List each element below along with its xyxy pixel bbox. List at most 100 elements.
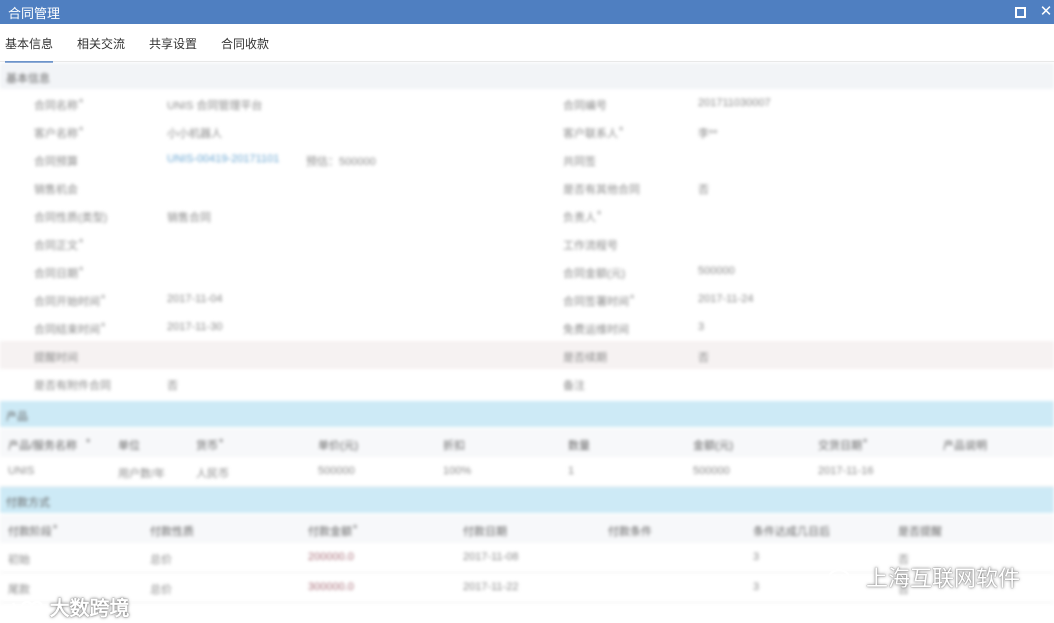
field-label: 合同日期 — [34, 268, 78, 280]
column-header: 付款性质 — [150, 526, 194, 538]
tab-related-communication[interactable]: 相关交流 — [77, 35, 125, 52]
watermark-right-text: 上海互联网软件 — [865, 566, 1020, 591]
form-row: 销售机会 是否有其他合同 否 — [0, 173, 1054, 201]
table-cell: 2017-11-16 — [818, 465, 874, 477]
tab-contract-receipts[interactable]: 合同收款 — [221, 35, 269, 52]
column-header: 单价(元) — [318, 440, 359, 452]
required-mark: * — [79, 237, 84, 249]
watermark-left-text: 大数跨境 — [49, 598, 130, 620]
field-label: 免费运维时间 — [563, 324, 629, 336]
table-cell: 3 — [753, 581, 760, 593]
watermark-left: 大数跨境 — [10, 592, 130, 621]
field-value: 3 — [698, 321, 705, 333]
table-cell: 初始 — [8, 554, 30, 566]
field-label: 合同签署时间 — [563, 296, 629, 308]
field-label: 客户名称 — [34, 128, 78, 140]
field-label: 工作流程号 — [563, 240, 618, 252]
field-label: 合同开始时间 — [34, 296, 100, 308]
column-header: 金额(元) — [693, 440, 734, 452]
column-header: 单位 — [118, 440, 140, 452]
window-titlebar: 合同管理 ✕ — [0, 0, 1054, 24]
watermark-right: 上海互联网软件 — [826, 561, 1020, 593]
column-header: 付款金额 — [308, 526, 352, 538]
field-label: 是否续期 — [563, 352, 607, 364]
table-cell: 3 — [753, 551, 760, 563]
table-cell: 总价 — [150, 554, 172, 566]
required-mark: * — [53, 523, 58, 535]
section-basic-info: 基本信息 — [0, 63, 1054, 89]
field-value: 小小机器人 — [167, 128, 222, 140]
required-mark: * — [219, 437, 224, 449]
table-cell: 用户数/年 — [118, 468, 166, 480]
table-cell: UNIS — [8, 465, 35, 477]
table-cell: 1 — [568, 465, 575, 477]
field-label: 是否有附件合同 — [34, 380, 111, 392]
field-label: 合同结束时间 — [34, 324, 100, 336]
tab-basic-info[interactable]: 基本信息 — [5, 35, 54, 63]
close-icon[interactable]: ✕ — [1038, 4, 1054, 20]
table-cell: 2017-11-22 — [463, 581, 519, 593]
content-area: 基本信息 合同名称 * UNIS 合同管理平台 合同编号 201711030007 客户名… — [0, 63, 1054, 623]
tab-share-settings[interactable]: 共享设置 — [149, 35, 197, 52]
field-value: UNIS 合同管理平台 — [167, 100, 263, 112]
required-mark: * — [353, 523, 358, 535]
tab-bar: 基本信息 相关交流 共享设置 合同收款 — [0, 24, 1054, 63]
section-title: 付款方式 — [6, 497, 50, 509]
form-row: 合同正文 * 工作流程号 — [0, 229, 1054, 257]
form-row: 提醒时间 是否续期 否 — [0, 341, 1054, 369]
field-value[interactable]: UNIS-00419-20171101 — [167, 153, 279, 165]
form-row: 客户名称 * 小小机器人 客户联系人 * 李** — [0, 117, 1054, 145]
form-row: 合同预算 UNIS-00419-20171101 预估：500000 共同签 — [0, 145, 1054, 173]
field-label: 提醒时间 — [34, 352, 78, 364]
required-mark: * — [79, 97, 84, 109]
field-value: 否 — [698, 352, 709, 364]
required-mark: * — [86, 437, 91, 449]
form-row: 合同性质(类型) 销售合同 负责人 * — [0, 201, 1054, 229]
field-label: 共同签 — [563, 156, 596, 168]
table-cell: 200000.0 — [308, 551, 354, 563]
maximize-icon[interactable] — [1012, 4, 1028, 20]
required-mark: * — [597, 209, 602, 221]
column-header: 产品/服务名称 — [8, 440, 78, 452]
field-label: 合同性质(类型) — [34, 212, 108, 224]
column-header: 产品说明 — [943, 440, 987, 452]
field-value: 销售合同 — [167, 212, 211, 224]
required-mark: * — [101, 293, 106, 305]
table-cell: 2017-11-08 — [463, 551, 519, 563]
field-value: 2017-11-04 — [167, 293, 223, 305]
required-mark: * — [79, 265, 84, 277]
required-mark: * — [619, 125, 624, 137]
column-header: 货币 — [196, 440, 218, 452]
products-table-header: 产品/服务名称 * 单位 货币 * 单价(元) 折扣 数量 金额(元) 交货日期 * 产品说明 — [0, 429, 1054, 457]
table-cell: 100% — [443, 465, 472, 477]
field-label: 合同正文 — [34, 240, 78, 252]
table-cell: 500000 — [318, 465, 355, 477]
field-value: 否 — [698, 184, 709, 196]
field-label: 客户联系人 — [563, 128, 618, 140]
field-value: 2017-11-30 — [167, 321, 223, 333]
required-mark: * — [79, 125, 84, 137]
form-row: 是否有附件合同 否 备注 — [0, 369, 1054, 397]
table-cell: 500000 — [693, 465, 730, 477]
form-row: 合同名称 * UNIS 合同管理平台 合同编号 201711030007 — [0, 89, 1054, 117]
section-payment: 付款方式 — [0, 487, 1054, 513]
field-value: 否 — [167, 380, 178, 392]
section-products: 产品 — [0, 401, 1054, 427]
field-label: 备注 — [563, 380, 585, 392]
column-header: 折扣 — [443, 440, 465, 452]
column-header: 交货日期 — [818, 440, 862, 452]
window-title: 合同管理 — [8, 6, 61, 21]
field-label: 合同名称 — [34, 100, 78, 112]
table-row[interactable]: UNIS 用户数/年 人民币 500000 100% 1 500000 2017-11-16 — [0, 457, 1054, 487]
column-header: 是否提醒 — [898, 526, 942, 538]
field-label: 合同编号 — [563, 100, 607, 112]
field-label: 负责人 — [563, 212, 596, 224]
table-cell: 总价 — [150, 584, 172, 596]
field-value: 500000 — [698, 265, 735, 277]
field-label: 合同预算 — [34, 156, 78, 168]
required-mark: * — [630, 293, 635, 305]
column-header: 付款阶段 — [8, 526, 52, 538]
required-mark: * — [101, 321, 106, 333]
field-label: 销售机会 — [34, 184, 78, 196]
field-label: 合同金额(元) — [563, 268, 626, 280]
